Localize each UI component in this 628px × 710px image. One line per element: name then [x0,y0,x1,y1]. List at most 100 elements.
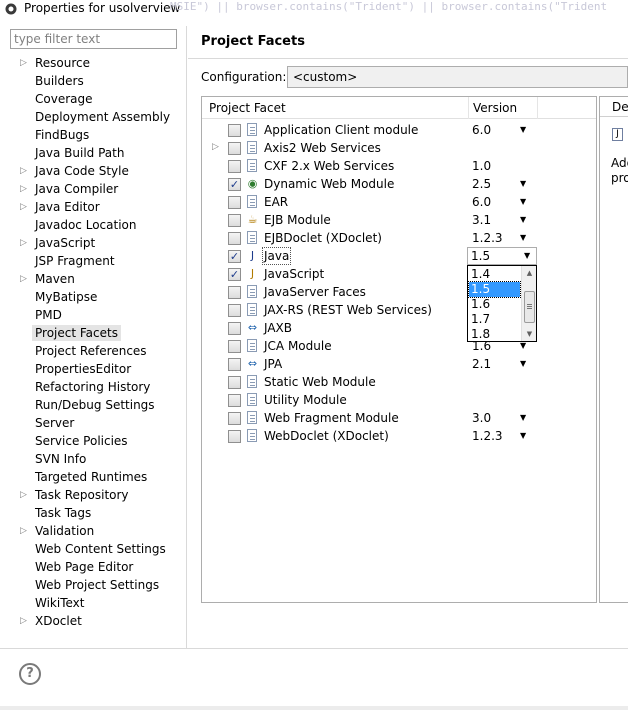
chevron-down-icon[interactable]: ▼ [520,123,526,137]
facet-row[interactable]: Application Client module 6.0 ▼ [202,121,596,139]
facet-checkbox[interactable] [228,214,241,227]
help-button[interactable]: ? [19,663,41,685]
facet-checkbox[interactable]: ✓ [228,250,241,263]
facet-row[interactable]: ✓ ◉ Dynamic Web Module 2.5 ▼ [202,175,596,193]
facet-checkbox[interactable] [228,286,241,299]
expand-arrow-icon[interactable]: ▷ [20,58,28,68]
version-option[interactable]: 1.8 [469,327,520,342]
facet-checkbox[interactable] [228,196,241,209]
expand-arrow-icon[interactable]: ▷ [20,616,28,626]
facet-name: Static Web Module [264,375,376,389]
facet-checkbox[interactable] [228,322,241,335]
version-option[interactable]: 1.4 [469,267,520,282]
facet-row[interactable]: ⇔ JPA 2.1 ▼ [202,355,596,373]
facet-row[interactable]: EAR 6.0 ▼ [202,193,596,211]
facet-icon [247,231,257,244]
facet-version[interactable]: 6.0 [472,122,491,138]
chevron-down-icon[interactable]: ▼ [520,213,526,227]
facet-row[interactable]: Web Fragment Module 3.0 ▼ [202,409,596,427]
tree-item-label: Refactoring History [35,380,151,394]
chevron-down-icon[interactable]: ▼ [520,177,526,191]
facet-version[interactable]: 2.5 [472,176,491,192]
facet-name: Application Client module [264,123,419,137]
details-text-line: pro [611,171,628,185]
facet-row[interactable]: ☕ EJB Module 3.1 ▼ [202,211,596,229]
facet-icon [247,339,257,352]
chevron-down-icon[interactable]: ▼ [520,429,526,443]
chevron-down-icon[interactable]: ▼ [520,231,526,245]
filter-input[interactable] [10,29,177,49]
tree-item-label: SVN Info [35,452,87,466]
facet-checkbox[interactable] [228,376,241,389]
window-bottom-edge [0,706,628,710]
configuration-combo[interactable]: <custom> [287,66,628,88]
facet-checkbox[interactable] [228,142,241,155]
page-title: Project Facets [201,34,305,49]
facet-row[interactable]: EJBDoclet (XDoclet) 1.2.3 ▼ [202,229,596,247]
tree-item-label: Java Code Style [35,164,129,178]
scroll-down-icon[interactable]: ▼ [522,327,537,341]
facet-row[interactable]: ▷ Axis2 Web Services [202,139,596,157]
facet-row[interactable]: Utility Module [202,391,596,409]
version-option[interactable]: 1.6 [469,297,520,312]
facet-checkbox[interactable] [228,160,241,173]
version-dropdown-list[interactable]: 1.4 1.5 1.6 1.7 1.8 ▲ ▼ [467,265,537,342]
facet-checkbox[interactable] [228,412,241,425]
facet-version[interactable]: 1.2.3 [472,428,503,444]
facet-version[interactable]: 6.0 [472,194,491,210]
facet-version[interactable]: 1.5 [471,248,490,264]
dropdown-scrollbar[interactable]: ▲ ▼ [521,266,536,341]
tree-item-label: XDoclet [35,614,82,628]
facet-checkbox[interactable] [228,340,241,353]
tab-details[interactable]: Details [600,97,628,117]
facet-checkbox[interactable] [228,232,241,245]
facet-checkbox[interactable] [228,124,241,137]
column-header-facet[interactable]: Project Facet [209,101,286,115]
scroll-thumb[interactable] [524,291,535,323]
tree-item-label: Validation [35,524,95,538]
facet-row[interactable]: WebDoclet (XDoclet) 1.2.3 ▼ [202,427,596,445]
facet-icon [247,429,257,442]
column-header-version[interactable]: Version [473,101,517,115]
expand-arrow-icon[interactable]: ▷ [212,142,219,152]
tree-item-label: Builders [35,74,84,88]
facet-row[interactable]: CXF 2.x Web Services 1.0 [202,157,596,175]
facet-version[interactable]: 3.0 [472,410,491,426]
expand-arrow-icon[interactable]: ▷ [20,238,28,248]
facets-table: Project Facet Version Application Client… [201,96,597,603]
facet-version[interactable]: 2.1 [472,356,491,372]
expand-arrow-icon[interactable]: ▷ [20,526,28,536]
facet-checkbox[interactable] [228,430,241,443]
facet-checkbox[interactable]: ✓ [228,268,241,281]
expand-arrow-icon[interactable]: ▷ [20,274,28,284]
expand-arrow-icon[interactable]: ▷ [20,490,28,500]
facet-checkbox[interactable] [228,358,241,371]
version-option[interactable]: 1.7 [469,312,520,327]
facet-row[interactable]: ✓ J Java 1.5 ▼ [202,247,596,265]
version-option[interactable]: 1.5 [468,281,521,298]
facet-name: JCA Module [264,339,332,353]
expand-arrow-icon[interactable]: ▷ [20,202,28,212]
facet-version[interactable]: 1.2.3 [472,230,503,246]
facet-name: JavaScript [264,267,325,281]
facet-checkbox[interactable] [228,394,241,407]
chevron-down-icon[interactable]: ▼ [524,249,530,263]
tree-item-label: Java Build Path [35,146,125,160]
facet-checkbox[interactable]: ✓ [228,178,241,191]
tree-item-label: Web Content Settings [35,542,166,556]
tree-item-label: Targeted Runtimes [35,470,148,484]
facet-version[interactable]: 3.1 [472,212,491,228]
tree-item-label: Project Facets [32,325,121,341]
chevron-down-icon[interactable]: ▼ [520,411,526,425]
chevron-down-icon[interactable]: ▼ [520,195,526,209]
scroll-up-icon[interactable]: ▲ [522,266,537,280]
column-separator[interactable] [537,97,538,119]
expand-arrow-icon[interactable]: ▷ [20,166,28,176]
facet-icon [247,375,257,388]
chevron-down-icon[interactable]: ▼ [520,357,526,371]
facet-version[interactable]: 1.0 [472,158,491,174]
column-separator[interactable] [468,97,469,119]
facet-row[interactable]: Static Web Module [202,373,596,391]
facet-checkbox[interactable] [228,304,241,317]
expand-arrow-icon[interactable]: ▷ [20,184,28,194]
